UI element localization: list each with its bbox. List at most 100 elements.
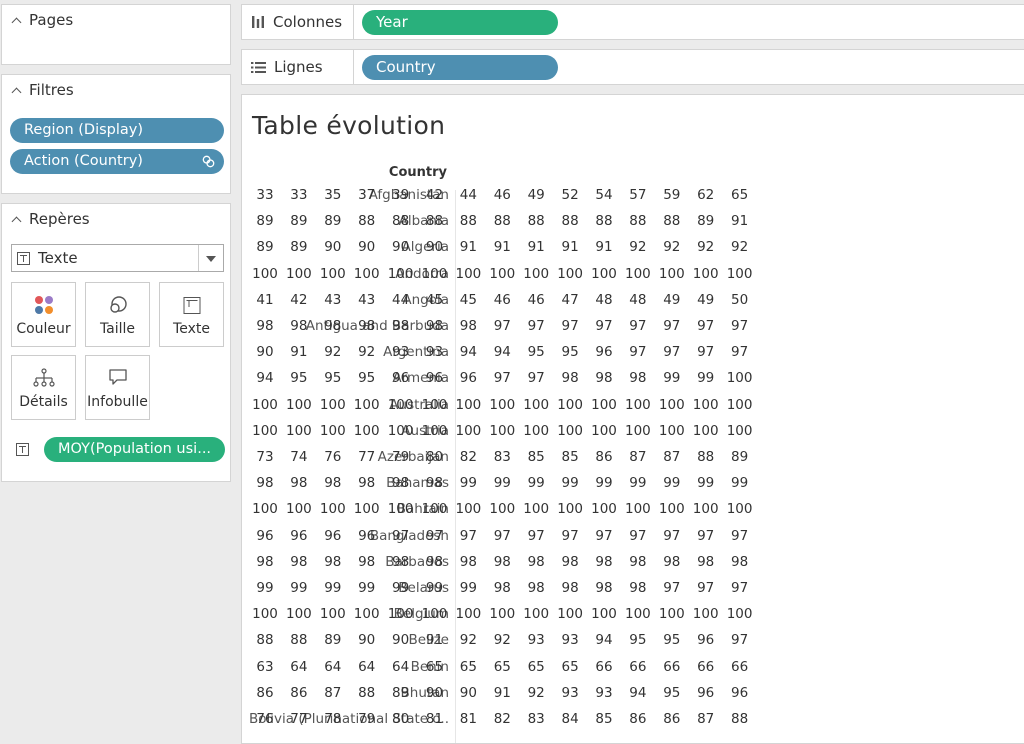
table-cell[interactable]: 97	[621, 528, 655, 544]
table-cell[interactable]: 99	[689, 370, 723, 386]
table-cell[interactable]: 91	[587, 239, 621, 255]
table-cell[interactable]: 99	[689, 475, 723, 491]
table-cell[interactable]: 92	[350, 344, 384, 360]
table-cell[interactable]: 91	[723, 213, 757, 229]
table-cell[interactable]: 100	[451, 423, 485, 439]
table-cell[interactable]: 45	[451, 292, 485, 308]
table-cell[interactable]: 74	[282, 449, 316, 465]
table-cell[interactable]: 100	[621, 606, 655, 622]
table-cell[interactable]: 100	[553, 266, 587, 282]
table-cell[interactable]: 80	[384, 711, 418, 727]
table-cell[interactable]: 64	[282, 659, 316, 675]
table-cell[interactable]: 97	[689, 528, 723, 544]
table-cell[interactable]: 62	[689, 187, 723, 203]
table-cell[interactable]: 87	[621, 449, 655, 465]
table-cell[interactable]: 98	[418, 554, 452, 570]
table-cell[interactable]: 100	[350, 423, 384, 439]
table-cell[interactable]: 91	[418, 632, 452, 648]
table-cell[interactable]: 100	[384, 397, 418, 413]
table-cell[interactable]: 100	[451, 397, 485, 413]
table-cell[interactable]: 97	[451, 528, 485, 544]
table-cell[interactable]: 88	[587, 213, 621, 229]
size-button[interactable]: Taille	[85, 282, 150, 347]
table-cell[interactable]: 85	[553, 449, 587, 465]
table-cell[interactable]: 88	[418, 213, 452, 229]
table-cell[interactable]: 97	[553, 528, 587, 544]
table-cell[interactable]: 98	[350, 475, 384, 491]
table-cell[interactable]: 79	[384, 449, 418, 465]
table-cell[interactable]: 100	[553, 423, 587, 439]
table-cell[interactable]: 100	[553, 606, 587, 622]
table-cell[interactable]: 94	[621, 685, 655, 701]
table-cell[interactable]: 93	[384, 344, 418, 360]
table-cell[interactable]: 42	[418, 187, 452, 203]
table-cell[interactable]: 92	[723, 239, 757, 255]
table-cell[interactable]: 89	[282, 213, 316, 229]
table-cell[interactable]: 91	[485, 239, 519, 255]
table-cell[interactable]: 100	[282, 266, 316, 282]
table-cell[interactable]: 95	[655, 632, 689, 648]
table-cell[interactable]: 99	[587, 475, 621, 491]
table-cell[interactable]: 97	[587, 528, 621, 544]
table-cell[interactable]: 90	[418, 239, 452, 255]
text-field-pill[interactable]: MOY(Population usi...	[44, 437, 225, 462]
table-cell[interactable]: 89	[248, 239, 282, 255]
table-cell[interactable]: 100	[316, 266, 350, 282]
table-cell[interactable]: 97	[655, 344, 689, 360]
filter-pill-action-country[interactable]: Action (Country)	[10, 149, 224, 174]
table-cell[interactable]: 99	[451, 475, 485, 491]
table-cell[interactable]: 92	[316, 344, 350, 360]
text-mark-icon[interactable]	[16, 443, 29, 456]
table-cell[interactable]: 78	[316, 711, 350, 727]
table-cell[interactable]: 100	[384, 501, 418, 517]
mark-type-dropdown[interactable]: Texte	[11, 244, 224, 272]
table-cell[interactable]: 44	[384, 292, 418, 308]
table-cell[interactable]: 91	[553, 239, 587, 255]
table-cell[interactable]: 99	[621, 475, 655, 491]
table-cell[interactable]: 100	[519, 266, 553, 282]
detail-button[interactable]: Détails	[11, 355, 76, 420]
table-cell[interactable]: 100	[689, 423, 723, 439]
table-cell[interactable]: 100	[451, 606, 485, 622]
table-cell[interactable]: 100	[587, 397, 621, 413]
table-cell[interactable]: 100	[485, 606, 519, 622]
table-cell[interactable]: 46	[519, 292, 553, 308]
table-cell[interactable]: 66	[587, 659, 621, 675]
table-cell[interactable]: 89	[248, 213, 282, 229]
table-cell[interactable]: 66	[621, 659, 655, 675]
table-cell[interactable]: 54	[587, 187, 621, 203]
table-cell[interactable]: 97	[485, 528, 519, 544]
table-cell[interactable]: 89	[384, 685, 418, 701]
table-cell[interactable]: 100	[350, 501, 384, 517]
table-cell[interactable]: 98	[587, 580, 621, 596]
table-cell[interactable]: 89	[316, 213, 350, 229]
table-cell[interactable]: 100	[316, 423, 350, 439]
table-cell[interactable]: 33	[248, 187, 282, 203]
table-cell[interactable]: 37	[350, 187, 384, 203]
table-cell[interactable]: 97	[723, 344, 757, 360]
table-cell[interactable]: 88	[384, 213, 418, 229]
table-cell[interactable]: 86	[655, 711, 689, 727]
table-cell[interactable]: 90	[350, 632, 384, 648]
table-cell[interactable]: 76	[316, 449, 350, 465]
table-cell[interactable]: 96	[384, 370, 418, 386]
table-cell[interactable]: 97	[553, 318, 587, 334]
table-cell[interactable]: 94	[587, 632, 621, 648]
table-cell[interactable]: 100	[655, 423, 689, 439]
table-cell[interactable]: 98	[553, 370, 587, 386]
table-cell[interactable]: 100	[587, 606, 621, 622]
table-cell[interactable]: 100	[248, 606, 282, 622]
table-cell[interactable]: 65	[519, 659, 553, 675]
table-cell[interactable]: 87	[316, 685, 350, 701]
table-cell[interactable]: 92	[485, 632, 519, 648]
table-cell[interactable]: 95	[553, 344, 587, 360]
table-cell[interactable]: 98	[248, 554, 282, 570]
columns-pill-year[interactable]: Year	[362, 10, 558, 35]
table-cell[interactable]: 100	[655, 501, 689, 517]
table-cell[interactable]: 88	[350, 213, 384, 229]
table-cell[interactable]: 98	[621, 580, 655, 596]
table-cell[interactable]: 66	[689, 659, 723, 675]
table-cell[interactable]: 98	[316, 318, 350, 334]
table-cell[interactable]: 100	[587, 266, 621, 282]
table-cell[interactable]: 97	[689, 580, 723, 596]
